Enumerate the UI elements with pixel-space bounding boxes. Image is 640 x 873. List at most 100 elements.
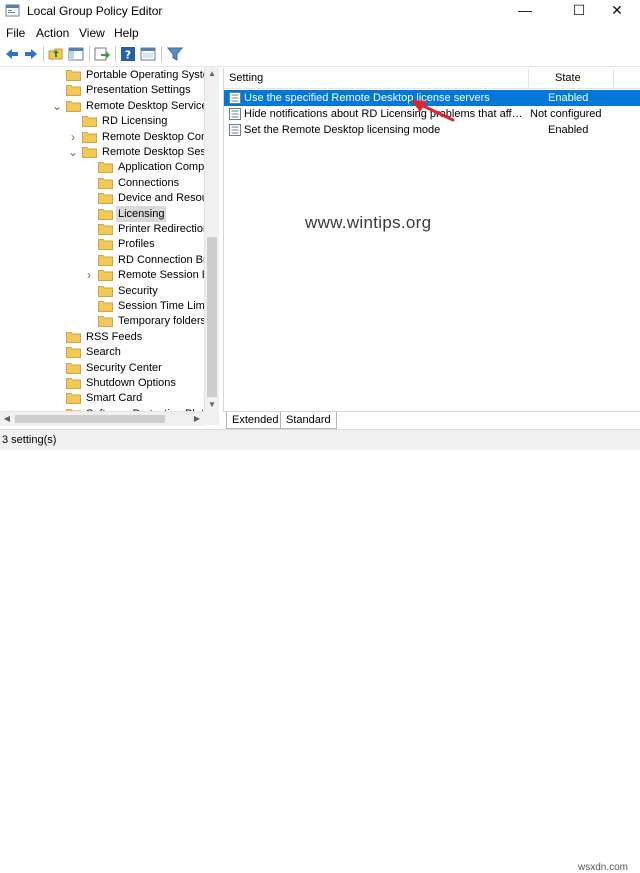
tree-item[interactable]: Search: [0, 344, 204, 360]
tree-item[interactable]: › Remote Desktop Conn: [0, 129, 204, 145]
folder-icon: [66, 393, 81, 405]
properties-icon[interactable]: [139, 45, 157, 63]
policy-tree: Portable Operating System Presentation Se…: [0, 67, 204, 412]
tree-item[interactable]: Smart Card: [0, 390, 204, 406]
view-tabs: Extended Standard: [223, 411, 640, 430]
tree-item[interactable]: Profiles: [0, 236, 204, 252]
column-state[interactable]: State: [550, 68, 581, 88]
collapse-chevron-icon[interactable]: ⌄: [68, 144, 78, 160]
title-bar: Local Group Policy Editor — ☐ ✕: [0, 0, 640, 22]
folder-icon: [98, 224, 113, 235]
tree-item[interactable]: Shutdown Options: [0, 375, 204, 391]
tree-item[interactable]: Licensing: [0, 205, 204, 222]
menu-action[interactable]: Action: [36, 26, 69, 40]
column-setting[interactable]: Setting: [224, 68, 263, 88]
minimize-button[interactable]: —: [502, 0, 548, 22]
tree-item-label: Smart Card: [86, 392, 143, 405]
tree-item[interactable]: ⌄ Remote Desktop Services: [0, 98, 204, 114]
tree-item[interactable]: Printer Redirection: [0, 221, 204, 237]
tree-item-label: Remote Session En: [118, 269, 204, 282]
folder-icon: [66, 347, 81, 359]
folder-icon: [82, 131, 97, 143]
tree-item[interactable]: Portable Operating System: [0, 67, 204, 83]
tree-item[interactable]: RSS Feeds: [0, 329, 204, 345]
tree-item-label: Search: [86, 346, 121, 359]
tree-item-label: RD Connection Bro: [118, 253, 204, 266]
folder-icon: [66, 362, 81, 374]
expand-chevron-icon[interactable]: ›: [84, 267, 94, 283]
setting-state: Enabled: [548, 124, 589, 136]
tree-item[interactable]: Temporary folders: [0, 313, 204, 329]
folder-icon: [98, 301, 113, 312]
close-button[interactable]: ✕: [594, 0, 640, 22]
tree-item[interactable]: Connections: [0, 175, 204, 191]
scroll-up-arrow-icon[interactable]: ▲: [205, 67, 219, 81]
tab-extended[interactable]: Extended: [226, 412, 285, 429]
folder-icon: [98, 162, 113, 174]
tree-item[interactable]: Application Compa: [0, 159, 204, 175]
menu-bar: File Action View Help: [0, 22, 640, 42]
tree-item-label: Connections: [118, 176, 180, 189]
toolbar-separator: [43, 46, 44, 62]
tree-item-label: Shutdown Options: [86, 377, 176, 389]
tree-item-label: Temporary folders: [118, 315, 204, 328]
forward-icon[interactable]: [22, 45, 40, 63]
tree-item-label: Remote Desktop Conn: [102, 130, 204, 143]
collapse-chevron-icon[interactable]: ⌄: [52, 98, 62, 114]
tree-item-label: Presentation Settings: [86, 84, 191, 97]
tree-item[interactable]: Session Time Limit: [0, 298, 204, 314]
tree-item-label: Device and Resourc: [118, 192, 204, 205]
folder-icon: [98, 270, 113, 282]
watermark: www.wintips.org: [305, 213, 432, 232]
folder-icon: [66, 331, 81, 343]
help-icon[interactable]: ?: [119, 45, 137, 63]
tree-item-label: Security: [118, 284, 158, 297]
folder-icon: [82, 147, 97, 158]
status-bar: 3 setting(s) wsxdn.com: [0, 429, 640, 873]
tree-horizontal-scrollbar[interactable]: ◀ ▶: [0, 411, 204, 426]
tab-standard[interactable]: Standard: [280, 412, 337, 429]
expand-chevron-icon[interactable]: ›: [68, 129, 78, 145]
tree-item[interactable]: RD Licensing: [0, 113, 204, 129]
scroll-left-arrow-icon[interactable]: ◀: [0, 412, 14, 426]
column-divider[interactable]: [528, 68, 529, 88]
tree-item-label: Security Center: [86, 361, 162, 374]
back-icon[interactable]: [3, 45, 21, 63]
column-divider[interactable]: [613, 68, 614, 88]
setting-name: Hide notifications about RD Licensing pr…: [244, 108, 528, 120]
menu-help[interactable]: Help: [114, 26, 139, 40]
filter-icon[interactable]: [166, 45, 184, 63]
tree-item[interactable]: Device and Resourc: [0, 190, 204, 206]
corner-watermark: wsxdn.com: [578, 862, 629, 873]
policy-setting-icon: [229, 108, 241, 120]
folder-icon: [98, 177, 113, 189]
menu-file[interactable]: File: [6, 26, 25, 40]
menu-view[interactable]: View: [79, 26, 105, 40]
tree-item[interactable]: RD Connection Bro: [0, 252, 204, 268]
export-list-icon[interactable]: [93, 45, 111, 63]
scrollbar-corner: [204, 411, 219, 425]
tree-item[interactable]: Security: [0, 283, 204, 299]
tree-item[interactable]: ⌄ Remote Desktop Sessic: [0, 144, 204, 160]
tree-item[interactable]: Security Center: [0, 360, 204, 376]
toolbar-separator: [115, 46, 116, 62]
folder-icon: [98, 208, 113, 220]
scroll-right-arrow-icon[interactable]: ▶: [190, 412, 204, 426]
up-folder-icon[interactable]: [47, 45, 65, 63]
toolbar-separator: [89, 46, 90, 62]
scroll-down-arrow-icon[interactable]: ▼: [205, 398, 219, 412]
tree-vertical-scrollbar[interactable]: ▲ ▼: [204, 67, 219, 412]
tree-item-label: RSS Feeds: [86, 330, 143, 343]
toolbar-separator: [161, 46, 162, 62]
policy-setting-icon: [229, 124, 241, 136]
tree-hscrollbar-thumb[interactable]: [15, 415, 165, 423]
tree-item[interactable]: Presentation Settings: [0, 82, 204, 98]
folder-icon: [66, 100, 81, 112]
tree-item-label: Remote Desktop Sessic: [102, 146, 204, 158]
tree-item-label: RD Licensing: [102, 115, 168, 128]
tree-item-label: Profiles: [118, 238, 155, 251]
show-tree-icon[interactable]: [67, 45, 85, 63]
tree-item[interactable]: › Remote Session En: [0, 267, 204, 283]
tree-scrollbar-thumb[interactable]: [207, 237, 217, 397]
setting-state: Not configured: [530, 108, 602, 120]
